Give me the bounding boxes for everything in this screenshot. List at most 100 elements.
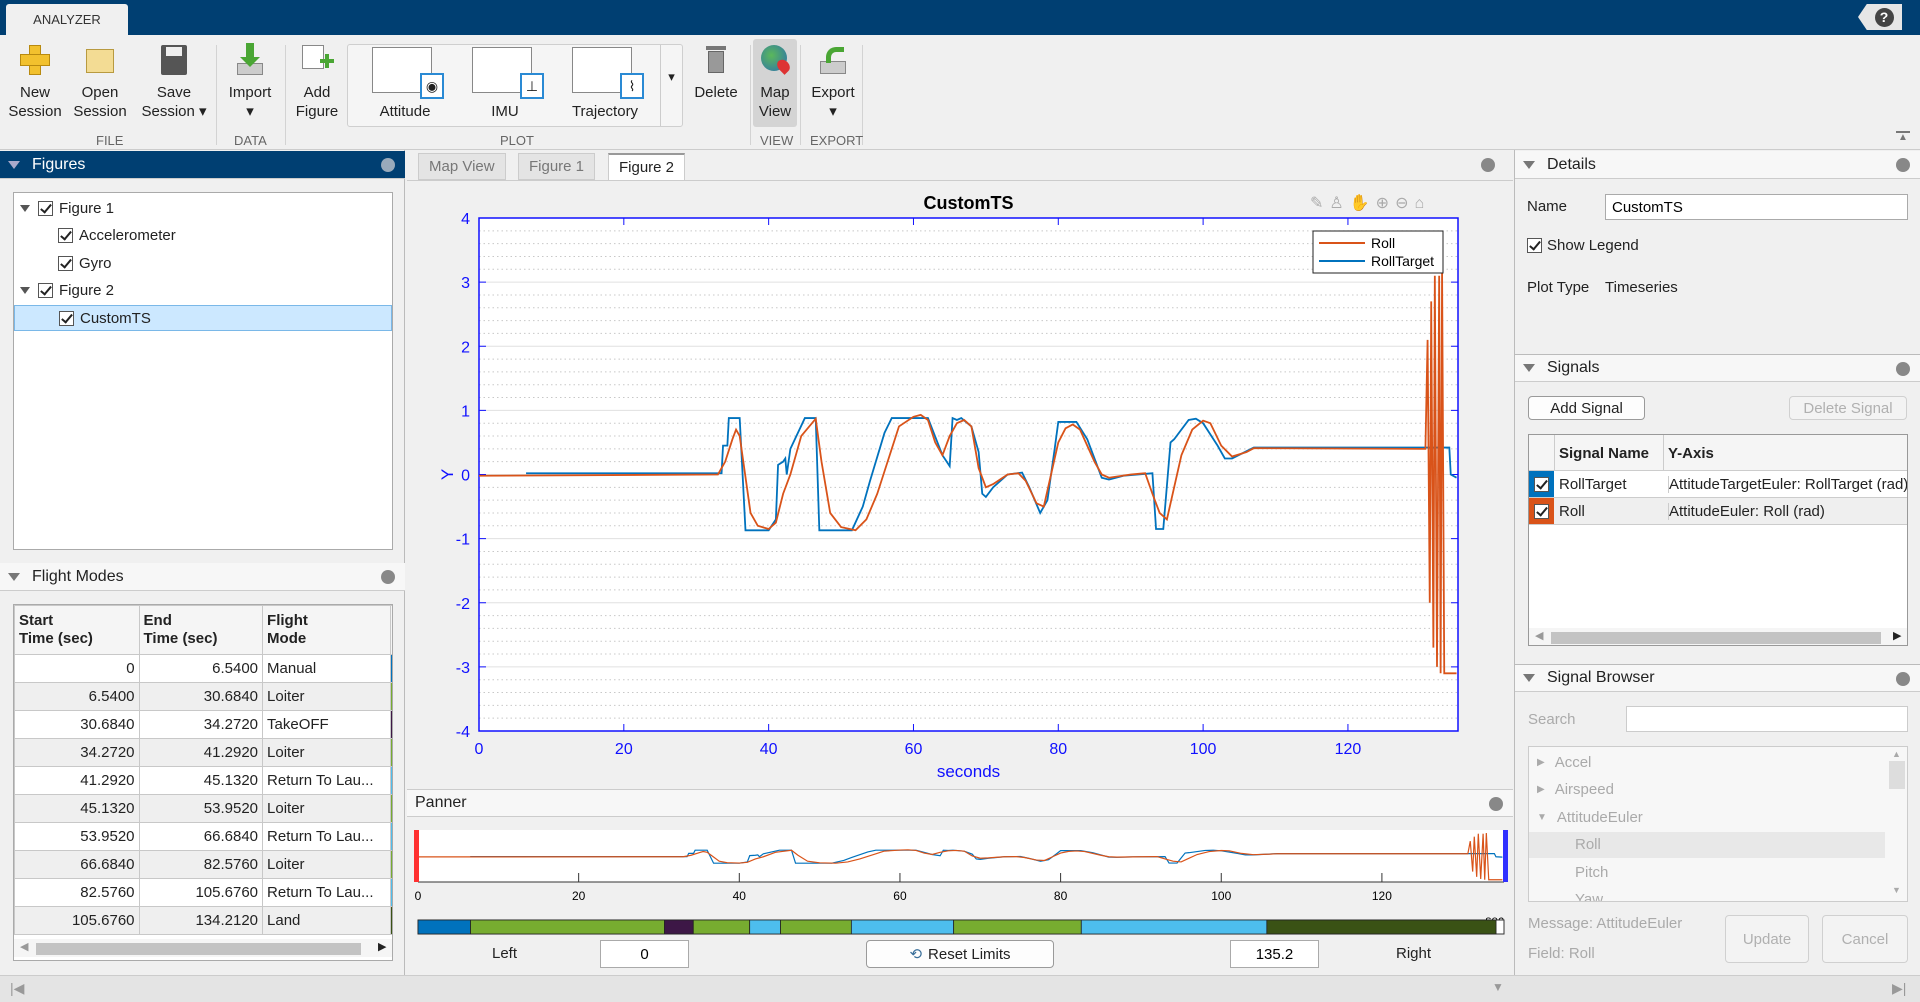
- signal-tree-item[interactable]: ▶ Accel: [1529, 749, 1885, 775]
- table-row[interactable]: 34.2720 41.2920 Loiter: [14, 738, 392, 767]
- expand-arrow-icon[interactable]: ▶: [1537, 757, 1545, 768]
- gallery-more-button[interactable]: ▾: [660, 45, 682, 126]
- tree-item[interactable]: CustomTS: [14, 305, 392, 331]
- panner-chart[interactable]: 020406080100120sec: [407, 828, 1513, 948]
- gallery-attitude[interactable]: ◉ Attitude: [360, 47, 450, 120]
- table-row[interactable]: 66.6840 82.5760 Loiter: [14, 850, 392, 879]
- expand-arrow-icon[interactable]: [20, 287, 30, 294]
- flight-mode-segment[interactable]: [664, 919, 694, 935]
- save-session-button[interactable]: Save Session ▾: [138, 43, 210, 121]
- signal-tree-item[interactable]: Roll: [1529, 831, 1885, 858]
- search-input[interactable]: [1626, 706, 1908, 732]
- add-signal-button[interactable]: Add Signal: [1528, 396, 1645, 420]
- collapse-left-icon[interactable]: |◀: [10, 980, 24, 997]
- table-row[interactable]: 53.9520 66.6840 Return To Lau...: [14, 822, 392, 851]
- add-figure-button[interactable]: Add Figure: [292, 43, 342, 121]
- figures-panel-header[interactable]: Figures: [0, 151, 405, 179]
- expand-arrow-icon[interactable]: ▶: [1537, 784, 1545, 795]
- panel-menu-icon[interactable]: [1896, 158, 1910, 172]
- checkbox-checked-icon[interactable]: [58, 255, 73, 271]
- table-row[interactable]: 30.6840 34.2720 TakeOFF: [14, 710, 392, 739]
- flight-mode-segment[interactable]: [417, 919, 471, 935]
- panel-menu-icon[interactable]: [381, 570, 395, 584]
- checkbox-checked-icon[interactable]: [58, 228, 73, 243]
- table-row[interactable]: 82.5760 105.6760 Return To Lau...: [14, 878, 392, 907]
- details-panel-header[interactable]: Details: [1515, 151, 1920, 179]
- signal-row[interactable]: RollTarget AttitudeTargetEuler: RollTarge…: [1529, 471, 1907, 498]
- flight-mode-segment[interactable]: [1266, 919, 1497, 935]
- panel-menu-icon[interactable]: [1489, 797, 1503, 811]
- panel-menu-icon[interactable]: [381, 158, 395, 172]
- map-view-button[interactable]: Map View: [753, 39, 797, 127]
- timeseries-chart[interactable]: 0 20 40 60 80 100 120 -4 -3 -2 -1 0 1 2 3 4 CustomTS seco…: [407, 181, 1513, 786]
- expand-arrow-icon[interactable]: [20, 204, 30, 212]
- collapse-bottom-icon[interactable]: ▼: [1492, 980, 1504, 994]
- panel-menu-icon[interactable]: [1896, 362, 1910, 376]
- signal-color-checkbox[interactable]: [1529, 498, 1554, 524]
- gallery-imu[interactable]: ⊥ IMU: [460, 47, 550, 120]
- data-tips-icon[interactable]: ✎: [1310, 195, 1329, 212]
- checkbox-checked-icon[interactable]: [38, 200, 53, 216]
- table-row[interactable]: 41.2920 45.1320 Return To Lau...: [14, 766, 392, 795]
- zoom-out-icon[interactable]: ⊖: [1395, 195, 1414, 212]
- signal-tree-item[interactable]: Pitch: [1529, 859, 1885, 885]
- table-row[interactable]: 45.1320 53.9520 Loiter: [14, 794, 392, 823]
- signal-color-checkbox[interactable]: [1529, 471, 1554, 497]
- right-limit-input[interactable]: [1230, 940, 1319, 968]
- table-row[interactable]: 105.6760 134.2120 Land: [14, 906, 392, 935]
- flight-mode-segment[interactable]: [692, 919, 751, 935]
- gallery-trajectory[interactable]: ⌇ Trajectory: [560, 47, 650, 120]
- reset-limits-button[interactable]: ⟲ Reset Limits: [866, 940, 1054, 968]
- cancel-button[interactable]: Cancel: [1822, 915, 1908, 963]
- document-menu-icon[interactable]: [1481, 158, 1495, 172]
- flight-mode-segment[interactable]: [1080, 919, 1268, 935]
- column-header[interactable]: Flight Mode: [262, 605, 391, 655]
- flight-mode-segment[interactable]: [749, 919, 781, 935]
- delete-signal-button[interactable]: Delete Signal: [1789, 396, 1907, 420]
- tree-item[interactable]: Figure 1: [14, 195, 392, 221]
- panner-left-handle[interactable]: [414, 830, 419, 882]
- tab-map-view[interactable]: Map View: [418, 153, 506, 180]
- home-icon[interactable]: ⌂: [1414, 195, 1430, 212]
- panel-menu-icon[interactable]: [1896, 672, 1910, 686]
- open-session-button[interactable]: Open Session: [72, 43, 128, 121]
- pan-icon[interactable]: ✋: [1350, 195, 1376, 212]
- name-input[interactable]: [1605, 194, 1908, 220]
- signal-tree-item[interactable]: Yaw: [1529, 887, 1885, 901]
- tree-item[interactable]: Gyro: [14, 250, 392, 276]
- flight-modes-panel-header[interactable]: Flight Modes: [0, 563, 405, 591]
- horizontal-scrollbar[interactable]: ◀ ▶: [1529, 628, 1907, 645]
- flight-mode-segment[interactable]: [953, 919, 1082, 935]
- collapse-right-icon[interactable]: ▶|: [1892, 980, 1906, 997]
- zoom-in-icon[interactable]: ⊕: [1376, 195, 1395, 212]
- checkbox-checked-icon[interactable]: [59, 310, 74, 326]
- horizontal-scrollbar[interactable]: ◀ ▶: [14, 939, 392, 957]
- column-header[interactable]: End Time (sec): [138, 605, 264, 655]
- signal-browser-panel-header[interactable]: Signal Browser: [1515, 664, 1920, 692]
- column-header[interactable]: Start Time (sec): [14, 605, 140, 655]
- tab-analyzer[interactable]: ANALYZER: [6, 4, 128, 35]
- update-button[interactable]: Update: [1725, 915, 1809, 963]
- flight-mode-segment[interactable]: [470, 919, 665, 935]
- table-row[interactable]: 6.5400 30.6840 Loiter: [14, 682, 392, 711]
- help-button[interactable]: ?: [1858, 4, 1902, 30]
- show-legend-checkbox[interactable]: Show Legend: [1527, 237, 1639, 254]
- checkbox-checked-icon[interactable]: [38, 283, 53, 298]
- brush-icon[interactable]: ♙: [1329, 195, 1349, 212]
- panner-right-handle[interactable]: [1503, 830, 1508, 882]
- signal-tree-item[interactable]: ▼ AttitudeEuler: [1529, 804, 1885, 830]
- tree-item[interactable]: Accelerometer: [14, 223, 392, 249]
- new-session-button[interactable]: New Session: [8, 43, 62, 121]
- delete-button[interactable]: Delete: [690, 43, 742, 102]
- tab-figure-2[interactable]: Figure 2: [608, 153, 686, 180]
- table-row[interactable]: 0 6.5400 Manual: [14, 654, 392, 683]
- tree-item[interactable]: Figure 2: [14, 278, 392, 304]
- flight-mode-segment[interactable]: [780, 919, 852, 935]
- import-button[interactable]: Import ▾: [224, 43, 276, 121]
- vertical-scrollbar[interactable]: ▲ ▼: [1887, 747, 1907, 901]
- collapse-toolstrip-icon[interactable]: ▲: [1896, 131, 1910, 143]
- collapse-arrow-icon[interactable]: ▼: [1537, 812, 1547, 823]
- left-limit-input[interactable]: [600, 940, 689, 968]
- export-button[interactable]: Export ▾: [806, 43, 860, 121]
- tab-figure-1[interactable]: Figure 1: [518, 153, 596, 180]
